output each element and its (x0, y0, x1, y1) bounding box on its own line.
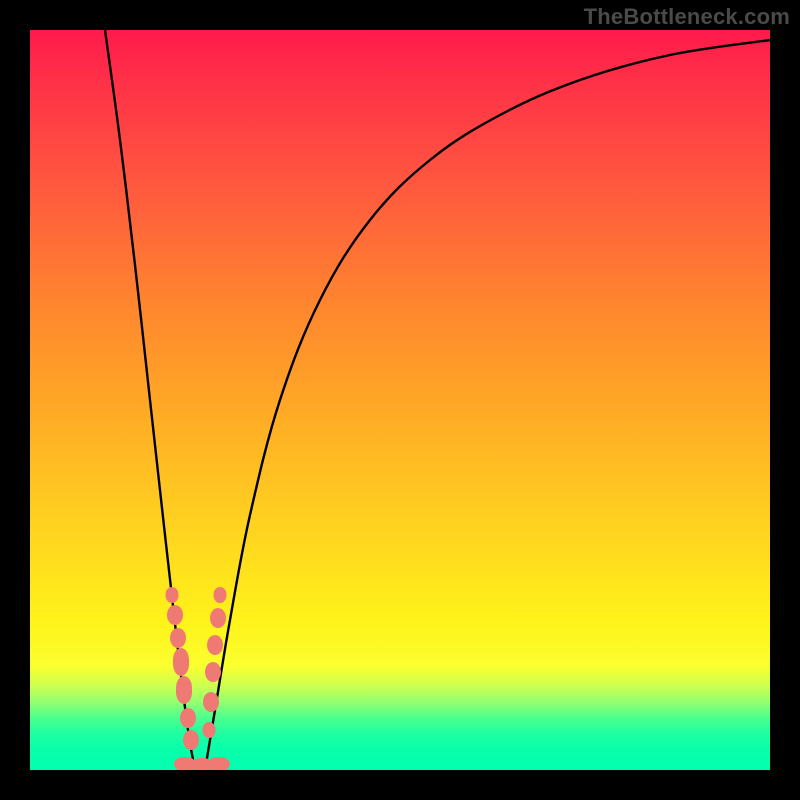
bead-left-6 (183, 730, 199, 750)
bead-right-2 (207, 635, 223, 655)
bead-bottom-2 (208, 757, 230, 770)
bead-left-4 (176, 676, 192, 704)
bead-right-1 (210, 608, 226, 628)
bead-left-3 (173, 648, 189, 676)
bead-left-1 (167, 605, 183, 625)
watermark-text: TheBottleneck.com (584, 4, 790, 30)
bottleneck-curve (30, 30, 770, 770)
bead-right-4 (203, 692, 219, 712)
curve-right-branch (205, 40, 770, 770)
bead-left-2 (170, 628, 186, 648)
chart-frame: TheBottleneck.com (0, 0, 800, 800)
bead-right-0 (214, 587, 227, 603)
bead-right-5 (203, 722, 216, 738)
bead-right-3 (205, 662, 221, 682)
plot-area (30, 30, 770, 770)
bead-left-0 (166, 587, 179, 603)
bead-left-5 (180, 708, 196, 728)
